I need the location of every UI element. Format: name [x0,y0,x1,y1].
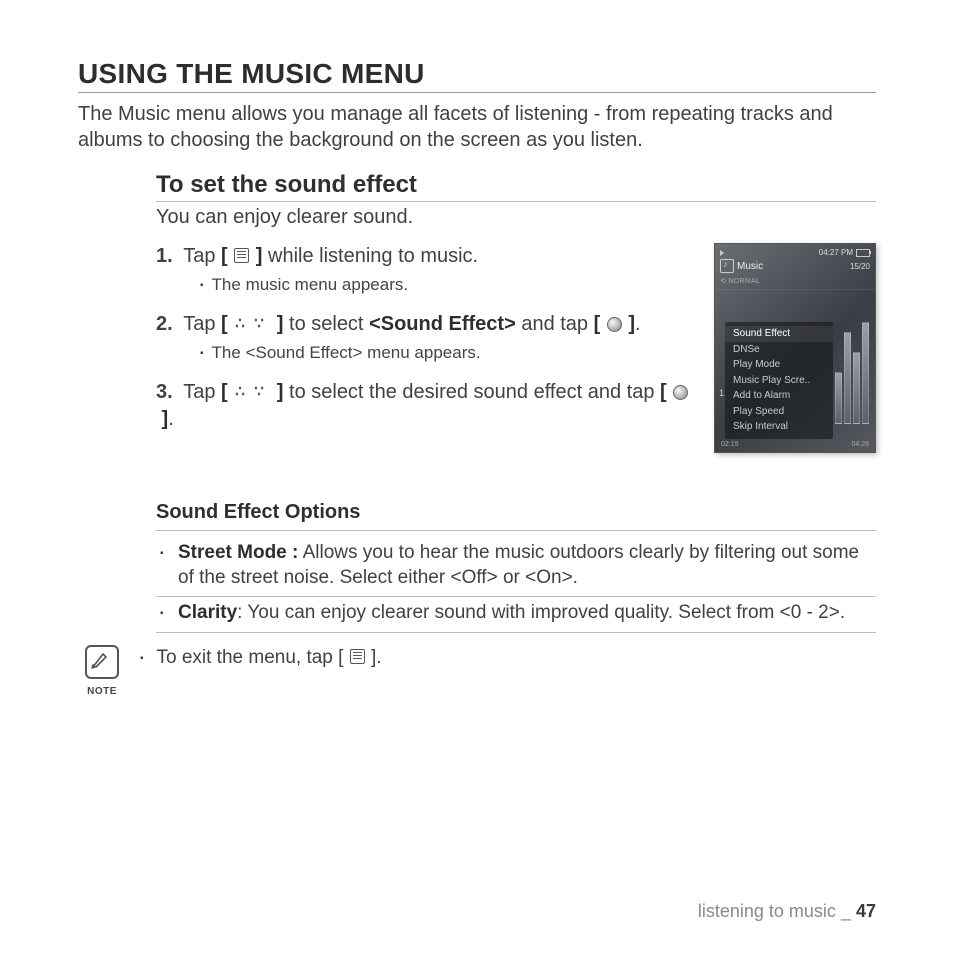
step-2-sub: The <Sound Effect> menu appears. [200,342,696,365]
select-icon [607,317,622,332]
menu-item-play-speed: Play Speed [725,404,833,420]
note-label: NOTE [78,686,126,697]
music-note-icon [720,259,734,273]
options-list: Street Mode : Allows you to hear the mus… [156,537,876,633]
device-mode: NORMAL [728,278,760,285]
step-2: 2. Tap [ ] to select <Sound Effect> and … [156,311,696,365]
battery-icon [856,249,870,257]
step-1-sub: The music menu appears. [200,274,696,297]
steps-list: 1. Tap [ ] while listening to music. The… [156,243,696,453]
step-number: 2. [156,311,178,338]
menu-icon [350,649,365,664]
device-app-title: Music [737,261,763,272]
page-footer: listening to music _ 47 [698,901,876,922]
down-dots-icon [254,321,269,331]
device-elapsed: 02:15 [721,441,739,448]
equalizer-bars-icon [835,314,869,424]
option-street-mode: Street Mode : Allows you to hear the mus… [156,537,876,597]
menu-item-add-to-alarm: Add to Alarm [725,388,833,404]
step-3: 3. Tap [ ] to select the desired sound e… [156,379,696,433]
option-clarity: Clarity: You can enjoy clearer sound wit… [156,597,876,633]
step-number: 3. [156,379,178,406]
intro-paragraph: The Music menu allows you manage all fac… [78,101,876,153]
menu-item-sound-effect: Sound Effect [725,326,833,342]
section-heading: To set the sound effect [156,171,876,202]
step-1: 1. Tap [ ] while listening to music. The… [156,243,696,297]
device-menu-popup: Sound Effect DNSe Play Mode Music Play S… [725,322,833,439]
divider [156,530,876,531]
play-indicator-icon [720,250,724,256]
section-lead: You can enjoy clearer sound. [156,206,876,229]
up-dots-icon [235,321,250,331]
note-text: To exit the menu, tap [ ]. [140,645,382,669]
options-heading: Sound Effect Options [156,501,876,524]
menu-icon [234,248,249,263]
menu-item-skip-interval: Skip Interval [725,419,833,435]
menu-item-dnse: DNSe [725,342,833,358]
down-dots-icon [254,389,269,399]
up-dots-icon [235,389,250,399]
device-index: 1 [719,388,724,398]
device-time: 04:27 PM [819,248,853,257]
select-icon [673,385,688,400]
step-number: 1. [156,243,178,270]
page-title: USING THE MUSIC MENU [78,58,876,93]
menu-item-play-mode: Play Mode [725,357,833,373]
menu-item-music-play-screen: Music Play Scre.. [725,373,833,389]
device-screenshot: 04:27 PM Music 15/20 ⟲ NORMAL Sound Effe… [714,243,876,453]
device-total: 04:28 [851,441,869,448]
device-track-count: 15/20 [850,262,870,271]
note-icon [85,645,119,679]
page-number: 47 [856,901,876,921]
